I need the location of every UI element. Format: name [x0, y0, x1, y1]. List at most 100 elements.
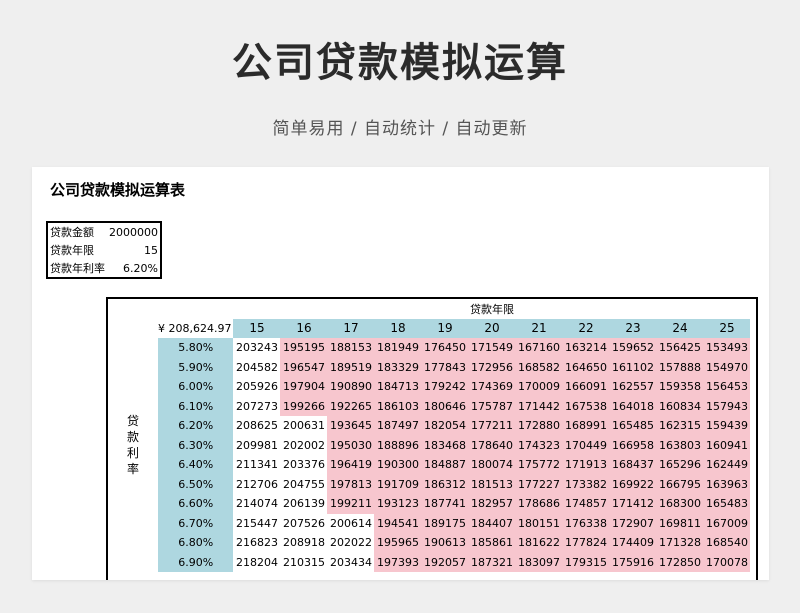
payment-cell[interactable]: 181513: [468, 474, 516, 494]
payment-cell[interactable]: 165296: [656, 455, 704, 475]
payment-cell[interactable]: 206139: [280, 494, 328, 514]
payment-cell[interactable]: 154970: [703, 357, 751, 377]
payment-cell[interactable]: 184713: [374, 377, 422, 397]
payment-cell[interactable]: 170009: [515, 377, 563, 397]
payment-cell[interactable]: 182957: [468, 494, 516, 514]
payment-cell[interactable]: 211341: [233, 455, 281, 475]
payment-cell[interactable]: 178686: [515, 494, 563, 514]
payment-cell[interactable]: 171328: [656, 533, 704, 553]
rate-cell[interactable]: 6.00%: [158, 377, 234, 397]
param-value[interactable]: 6.20%: [107, 259, 161, 278]
payment-cell[interactable]: 190890: [327, 377, 375, 397]
payment-cell[interactable]: 183329: [374, 357, 422, 377]
payment-cell[interactable]: 177211: [468, 416, 516, 436]
rate-cell[interactable]: 6.20%: [158, 416, 234, 436]
payment-cell[interactable]: 181622: [515, 533, 563, 553]
payment-cell[interactable]: 175787: [468, 396, 516, 416]
rate-cell[interactable]: 6.80%: [158, 533, 234, 553]
payment-cell[interactable]: 210315: [280, 552, 328, 572]
payment-cell[interactable]: 208625: [233, 416, 281, 436]
payment-cell[interactable]: 153493: [703, 338, 751, 358]
payment-cell[interactable]: 168582: [515, 357, 563, 377]
payment-cell[interactable]: 190300: [374, 455, 422, 475]
year-header-cell[interactable]: 23: [609, 318, 657, 338]
payment-cell[interactable]: 182054: [421, 416, 469, 436]
rate-cell[interactable]: 6.40%: [158, 455, 234, 475]
payment-cell[interactable]: 172907: [609, 513, 657, 533]
payment-cell[interactable]: 200614: [327, 513, 375, 533]
payment-cell[interactable]: 174857: [562, 494, 610, 514]
payment-cell[interactable]: 180646: [421, 396, 469, 416]
rate-cell[interactable]: 6.60%: [158, 494, 234, 514]
payment-cell[interactable]: 215447: [233, 513, 281, 533]
payment-cell[interactable]: 179315: [562, 552, 610, 572]
payment-cell[interactable]: 176450: [421, 338, 469, 358]
payment-cell[interactable]: 177227: [515, 474, 563, 494]
year-header-cell[interactable]: 25: [703, 318, 751, 338]
payment-cell[interactable]: 170449: [562, 435, 610, 455]
rate-cell[interactable]: 5.80%: [158, 338, 234, 358]
payment-cell[interactable]: 197393: [374, 552, 422, 572]
payment-cell[interactable]: 168300: [656, 494, 704, 514]
payment-cell[interactable]: 175916: [609, 552, 657, 572]
payment-cell[interactable]: 208918: [280, 533, 328, 553]
payment-cell[interactable]: 207273: [233, 396, 281, 416]
year-header-cell[interactable]: 15: [233, 318, 281, 338]
param-value[interactable]: 2000000: [107, 222, 161, 241]
payment-cell[interactable]: 197904: [280, 377, 328, 397]
payment-cell[interactable]: 169811: [656, 513, 704, 533]
payment-cell[interactable]: 175772: [515, 455, 563, 475]
payment-cell[interactable]: 156425: [656, 338, 704, 358]
payment-cell[interactable]: 191709: [374, 474, 422, 494]
payment-cell[interactable]: 159652: [609, 338, 657, 358]
payment-cell[interactable]: 199211: [327, 494, 375, 514]
payment-cell[interactable]: 159439: [703, 416, 751, 436]
payment-cell[interactable]: 169922: [609, 474, 657, 494]
payment-cell[interactable]: 160834: [656, 396, 704, 416]
payment-cell[interactable]: 171913: [562, 455, 610, 475]
year-header-cell[interactable]: 21: [515, 318, 563, 338]
payment-cell[interactable]: 176338: [562, 513, 610, 533]
payment-cell[interactable]: 184887: [421, 455, 469, 475]
payment-cell[interactable]: 203243: [233, 338, 281, 358]
payment-cell[interactable]: 163963: [703, 474, 751, 494]
payment-cell[interactable]: 188896: [374, 435, 422, 455]
payment-cell[interactable]: 160941: [703, 435, 751, 455]
payment-cell[interactable]: 157943: [703, 396, 751, 416]
payment-cell[interactable]: 193645: [327, 416, 375, 436]
payment-cell[interactable]: 174369: [468, 377, 516, 397]
payment-cell[interactable]: 162449: [703, 455, 751, 475]
payment-cell[interactable]: 212706: [233, 474, 281, 494]
payment-cell[interactable]: 205926: [233, 377, 281, 397]
payment-cell[interactable]: 156453: [703, 377, 751, 397]
rate-cell[interactable]: 6.10%: [158, 396, 234, 416]
payment-cell[interactable]: 168437: [609, 455, 657, 475]
payment-cell[interactable]: 186103: [374, 396, 422, 416]
rate-cell[interactable]: 6.50%: [158, 474, 234, 494]
payment-cell[interactable]: 202022: [327, 533, 375, 553]
payment-cell[interactable]: 172880: [515, 416, 563, 436]
year-header-cell[interactable]: 16: [280, 318, 328, 338]
payment-cell[interactable]: 197813: [327, 474, 375, 494]
payment-cell[interactable]: 157888: [656, 357, 704, 377]
payment-cell[interactable]: 164650: [562, 357, 610, 377]
year-header-cell[interactable]: 18: [374, 318, 422, 338]
payment-cell[interactable]: 187321: [468, 552, 516, 572]
payment-cell[interactable]: 163803: [656, 435, 704, 455]
payment-cell[interactable]: 189175: [421, 513, 469, 533]
payment-cell[interactable]: 204755: [280, 474, 328, 494]
payment-cell[interactable]: 184407: [468, 513, 516, 533]
payment-cell[interactable]: 172850: [656, 552, 704, 572]
payment-cell[interactable]: 178640: [468, 435, 516, 455]
payment-cell[interactable]: 203434: [327, 552, 375, 572]
payment-cell[interactable]: 186312: [421, 474, 469, 494]
payment-cell[interactable]: 199266: [280, 396, 328, 416]
rate-cell[interactable]: 6.90%: [158, 552, 234, 572]
payment-cell[interactable]: 181949: [374, 338, 422, 358]
year-header-cell[interactable]: 17: [327, 318, 375, 338]
payment-cell[interactable]: 183468: [421, 435, 469, 455]
payment-cell[interactable]: 166958: [609, 435, 657, 455]
payment-cell[interactable]: 177843: [421, 357, 469, 377]
payment-cell[interactable]: 187741: [421, 494, 469, 514]
payment-cell[interactable]: 166795: [656, 474, 704, 494]
